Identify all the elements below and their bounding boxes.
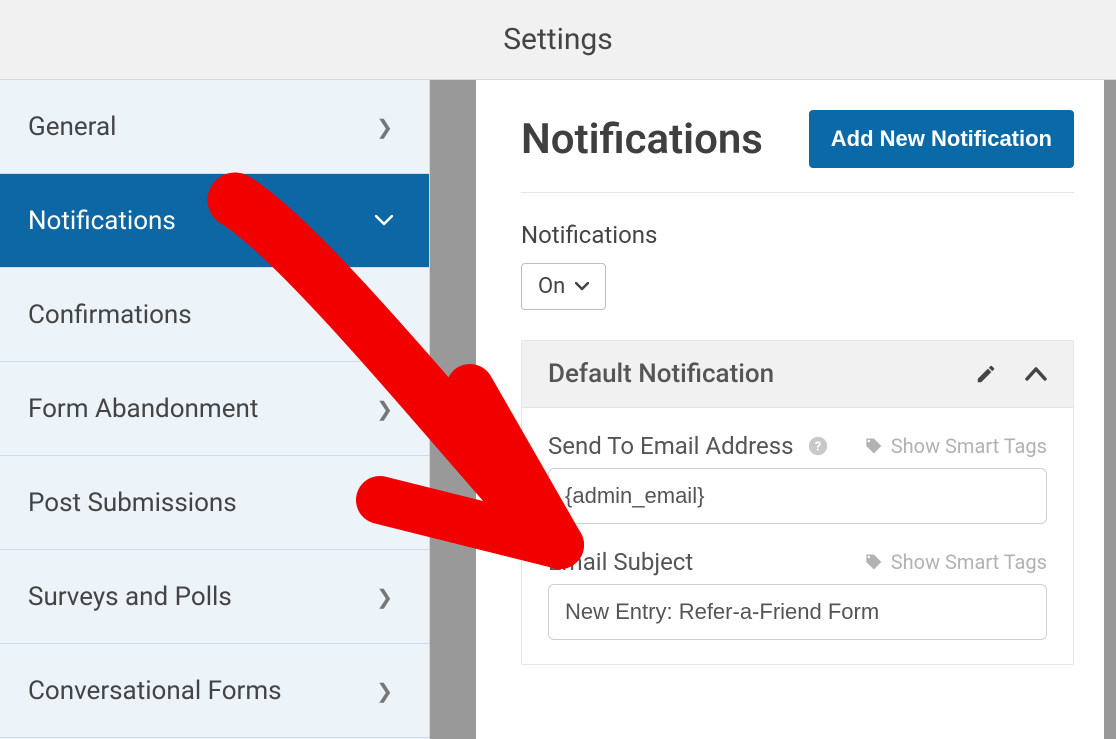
smart-tags-label: Show Smart Tags: [891, 434, 1047, 458]
show-smart-tags-link[interactable]: Show Smart Tags: [863, 434, 1047, 458]
panel-title: Notifications: [521, 115, 763, 164]
chevron-right-icon: ❯: [376, 397, 393, 421]
sidebar-item-conversational-forms[interactable]: Conversational Forms ❯: [0, 644, 429, 738]
page-header: Settings: [0, 0, 1116, 80]
app-root: Settings General ❯ Notifications Confirm…: [0, 0, 1116, 739]
notification-card: Default Notification: [521, 340, 1074, 665]
card-body: Send To Email Address ? Show Sm: [522, 408, 1073, 664]
chevron-down-icon: [375, 215, 393, 227]
send-to-label-row: Send To Email Address ?: [548, 432, 830, 460]
send-to-input[interactable]: [548, 468, 1047, 524]
notifications-panel: Notifications Add New Notification Notif…: [476, 80, 1104, 739]
chevron-right-icon: ❯: [376, 679, 393, 703]
chevron-right-icon: ❯: [376, 585, 393, 609]
chevron-right-icon: ❯: [376, 115, 393, 139]
help-icon[interactable]: ?: [806, 434, 830, 458]
body: General ❯ Notifications Confirmations ❯ …: [0, 80, 1116, 739]
email-subject-input[interactable]: [548, 584, 1047, 640]
svg-text:?: ?: [814, 440, 820, 455]
sidebar-item-surveys-polls[interactable]: Surveys and Polls ❯: [0, 550, 429, 644]
sidebar-item-post-submissions[interactable]: Post Submissions ❯: [0, 456, 429, 550]
gutter: [430, 80, 476, 739]
sidebar-item-label: Notifications: [28, 206, 176, 236]
panel-header: Notifications Add New Notification: [521, 110, 1074, 193]
toggle-label: Notifications: [521, 221, 1074, 249]
card-title: Default Notification: [548, 359, 774, 389]
email-subject-field: Email Subject Show Smart Tags: [548, 548, 1047, 640]
edit-icon[interactable]: [975, 363, 997, 385]
subject-label-row: Email Subject: [548, 548, 693, 576]
main-column: Notifications Add New Notification Notif…: [476, 80, 1116, 739]
field-label: Email Subject: [548, 548, 693, 576]
sidebar-item-label: Post Submissions: [28, 488, 237, 518]
sidebar-item-label: Form Abandonment: [28, 394, 258, 424]
page-title: Settings: [503, 22, 613, 57]
chevron-down-icon: [575, 282, 589, 292]
sidebar-item-form-abandonment[interactable]: Form Abandonment ❯: [0, 362, 429, 456]
sidebar-item-general[interactable]: General ❯: [0, 80, 429, 174]
chevron-right-icon: ❯: [376, 491, 393, 515]
settings-sidebar: General ❯ Notifications Confirmations ❯ …: [0, 80, 430, 739]
chevron-right-icon: ❯: [376, 303, 393, 327]
toggle-value: On: [538, 274, 565, 299]
notifications-toggle-section: Notifications On: [521, 221, 1074, 310]
sidebar-item-label: Confirmations: [28, 300, 192, 330]
smart-tags-label: Show Smart Tags: [891, 550, 1047, 574]
sidebar-item-notifications[interactable]: Notifications: [0, 174, 429, 268]
card-actions: [975, 363, 1047, 385]
sidebar-item-label: Surveys and Polls: [28, 582, 232, 612]
add-new-notification-button[interactable]: Add New Notification: [809, 110, 1074, 168]
sidebar-item-confirmations[interactable]: Confirmations ❯: [0, 268, 429, 362]
card-header: Default Notification: [522, 341, 1073, 408]
sidebar-item-label: General: [28, 112, 116, 142]
field-label: Send To Email Address: [548, 432, 794, 460]
tag-icon: [863, 552, 883, 572]
show-smart-tags-link[interactable]: Show Smart Tags: [863, 550, 1047, 574]
notifications-toggle[interactable]: On: [521, 263, 606, 310]
send-to-field: Send To Email Address ? Show Sm: [548, 432, 1047, 524]
collapse-icon[interactable]: [1025, 366, 1047, 382]
sidebar-item-label: Conversational Forms: [28, 676, 282, 706]
tag-icon: [863, 436, 883, 456]
